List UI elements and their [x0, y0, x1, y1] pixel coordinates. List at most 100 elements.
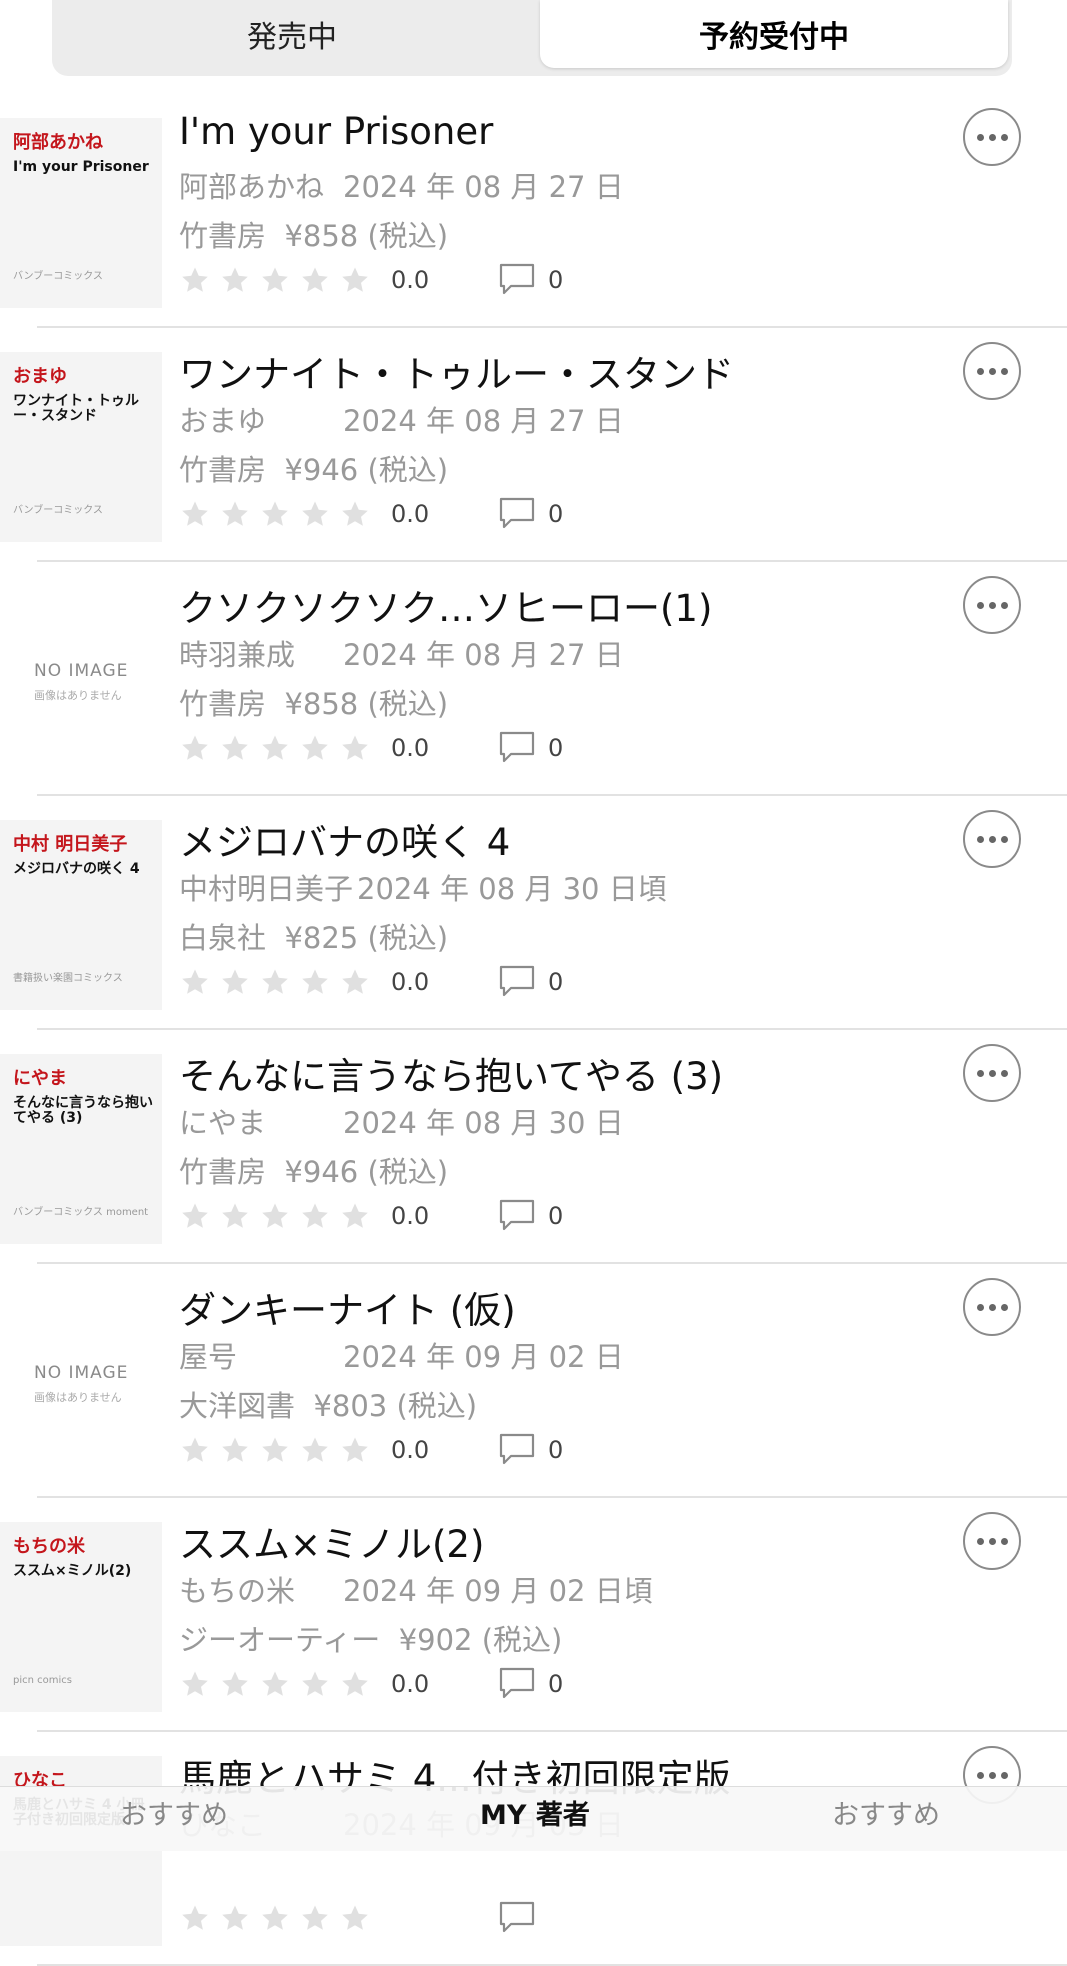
- book-title[interactable]: ススム×ミノル(2): [179, 1514, 484, 1568]
- cover-author: もちの米: [13, 1536, 85, 1557]
- cover-label: 書籍扱い楽園コミックス: [13, 973, 123, 984]
- cover-author: 中村 明日美子: [13, 834, 128, 855]
- more-options-button[interactable]: [963, 576, 1021, 634]
- comment-count: 0: [548, 266, 564, 294]
- star-icon: [179, 264, 219, 296]
- book-meta: もちの米 2024 年 09 月 02 日頃: [179, 1568, 653, 1610]
- book-row[interactable]: NO IMAGE 画像はありません クソクソクソク…ソヒーロー(1) 時羽兼成 2…: [0, 562, 1067, 796]
- star-icon: [299, 498, 339, 530]
- comment-count: 0: [548, 1436, 564, 1464]
- tab-recommend-right[interactable]: おすすめ: [832, 1793, 940, 1832]
- star-icon: [219, 966, 259, 998]
- comment-icon: [498, 1432, 536, 1466]
- comment-icon: [498, 496, 536, 530]
- more-options-button[interactable]: [963, 342, 1021, 400]
- book-publisher-price: 竹書房 ¥858 (税込): [179, 213, 448, 255]
- more-options-button[interactable]: [963, 108, 1021, 166]
- no-image-subtext: 画像はありません: [34, 1391, 122, 1404]
- cover-author: にやま: [13, 1068, 67, 1089]
- more-options-button[interactable]: [963, 1044, 1021, 1102]
- star-icon: [339, 966, 379, 998]
- rating-value: 0.0: [391, 266, 430, 294]
- comment-icon: [498, 1198, 536, 1232]
- book-publisher-price: ジーオーティー ¥902 (税込): [179, 1617, 562, 1659]
- book-row[interactable]: 阿部あかね I'm your Prisoner バンブーコミックス I'm yo…: [0, 94, 1067, 328]
- release-date: 2024 年 08 月 27 日: [343, 638, 624, 672]
- book-row[interactable]: NO IMAGE 画像はありません ダンキーナイト (仮) 屋号 2024 年 0…: [0, 1264, 1067, 1498]
- book-row[interactable]: 中村 明日美子 メジロバナの咲く 4 書籍扱い楽園コミックス メジロバナの咲く …: [0, 796, 1067, 1030]
- comment-count: 0: [548, 1670, 564, 1698]
- comment-count: 0: [548, 500, 564, 528]
- book-author: 時羽兼成: [179, 638, 296, 672]
- book-publisher: 白泉社: [179, 921, 267, 955]
- book-row[interactable]: もちの米 ススム×ミノル(2) picn comics ススム×ミノル(2) も…: [0, 1498, 1067, 1732]
- book-meta: 時羽兼成 2024 年 08 月 27 日: [179, 632, 624, 674]
- star-icon: [179, 1902, 219, 1934]
- book-title[interactable]: そんなに言うなら抱いてやる (3): [179, 1046, 723, 1100]
- book-row[interactable]: おまゆ ワンナイト・トゥルー・スタンド バンブーコミックス ワンナイト・トゥルー…: [0, 328, 1067, 562]
- cover-label: バンブーコミックス: [13, 271, 103, 282]
- star-icon: [339, 264, 379, 296]
- star-icon: [259, 264, 299, 296]
- star-icon: [259, 732, 299, 764]
- comment-icon: [498, 262, 536, 296]
- star-icon: [339, 1434, 379, 1466]
- star-icon: [219, 1902, 259, 1934]
- book-cover: にやま そんなに言うなら抱いてやる (3) バンブーコミックス moment: [0, 1054, 162, 1244]
- book-publisher: 竹書房: [179, 219, 267, 253]
- cover-title: メジロバナの咲く 4: [13, 861, 140, 877]
- book-publisher-price: 白泉社 ¥825 (税込): [179, 915, 448, 957]
- book-author: もちの米: [179, 1574, 296, 1608]
- book-cover: 中村 明日美子 メジロバナの咲く 4 書籍扱い楽園コミックス: [0, 820, 162, 1010]
- book-publisher: 竹書房: [179, 687, 267, 721]
- tab-my-authors[interactable]: MY 著者: [480, 1793, 590, 1832]
- segment-on-sale[interactable]: 発売中: [52, 0, 532, 68]
- star-icon: [259, 966, 299, 998]
- rating-value: 0.0: [391, 734, 430, 762]
- segment-preorder[interactable]: 予約受付中: [540, 0, 1008, 68]
- no-image-placeholder: NO IMAGE 画像はありません: [0, 1288, 162, 1478]
- release-date: 2024 年 09 月 02 日: [343, 1340, 624, 1374]
- star-icon: [259, 1902, 299, 1934]
- book-author: 屋号: [179, 1340, 238, 1374]
- book-cover: 阿部あかね I'm your Prisoner バンブーコミックス: [0, 118, 162, 308]
- book-meta: 屋号 2024 年 09 月 02 日: [179, 1334, 624, 1376]
- book-publisher-price: 竹書房 ¥946 (税込): [179, 447, 448, 489]
- rating-stars: [179, 1668, 379, 1700]
- star-icon: [339, 1902, 379, 1934]
- book-price: ¥902 (税込): [398, 1623, 563, 1657]
- star-icon: [219, 1200, 259, 1232]
- star-icon: [179, 1200, 219, 1232]
- rating-value: 0.0: [391, 1202, 430, 1230]
- star-icon: [299, 1668, 339, 1700]
- book-price: ¥946 (税込): [284, 453, 449, 487]
- star-icon: [339, 732, 379, 764]
- star-icon: [219, 264, 259, 296]
- comment-count: 0: [548, 734, 564, 762]
- star-icon: [299, 1902, 339, 1934]
- book-title[interactable]: I'm your Prisoner: [179, 110, 493, 153]
- book-title[interactable]: ダンキーナイト (仮): [179, 1280, 516, 1334]
- book-price: ¥858 (税込): [284, 687, 449, 721]
- no-image-text: NO IMAGE: [34, 1363, 129, 1383]
- more-options-button[interactable]: [963, 810, 1021, 868]
- star-icon: [299, 732, 339, 764]
- star-icon: [179, 498, 219, 530]
- book-title[interactable]: ワンナイト・トゥルー・スタンド: [179, 344, 734, 398]
- more-options-button[interactable]: [963, 1512, 1021, 1570]
- release-date: 2024 年 09 月 02 日頃: [343, 1574, 653, 1608]
- book-publisher: ジーオーティー: [179, 1623, 381, 1657]
- book-title[interactable]: クソクソクソク…ソヒーロー(1): [179, 578, 712, 632]
- release-date: 2024 年 08 月 30 日: [343, 1106, 624, 1140]
- book-publisher-price: 竹書房 ¥858 (税込): [179, 681, 448, 723]
- cover-title: I'm your Prisoner: [13, 159, 149, 175]
- book-meta: 中村明日美子 2024 年 08 月 30 日頃: [179, 866, 667, 908]
- book-title[interactable]: メジロバナの咲く 4: [179, 812, 510, 866]
- rating-stars: [179, 1902, 379, 1934]
- star-icon: [219, 1668, 259, 1700]
- tab-recommend-left[interactable]: おすすめ: [120, 1793, 228, 1832]
- star-icon: [299, 1434, 339, 1466]
- more-options-button[interactable]: [963, 1278, 1021, 1336]
- book-row[interactable]: にやま そんなに言うなら抱いてやる (3) バンブーコミックス moment そ…: [0, 1030, 1067, 1264]
- cover-title: そんなに言うなら抱いてやる (3): [13, 1095, 153, 1126]
